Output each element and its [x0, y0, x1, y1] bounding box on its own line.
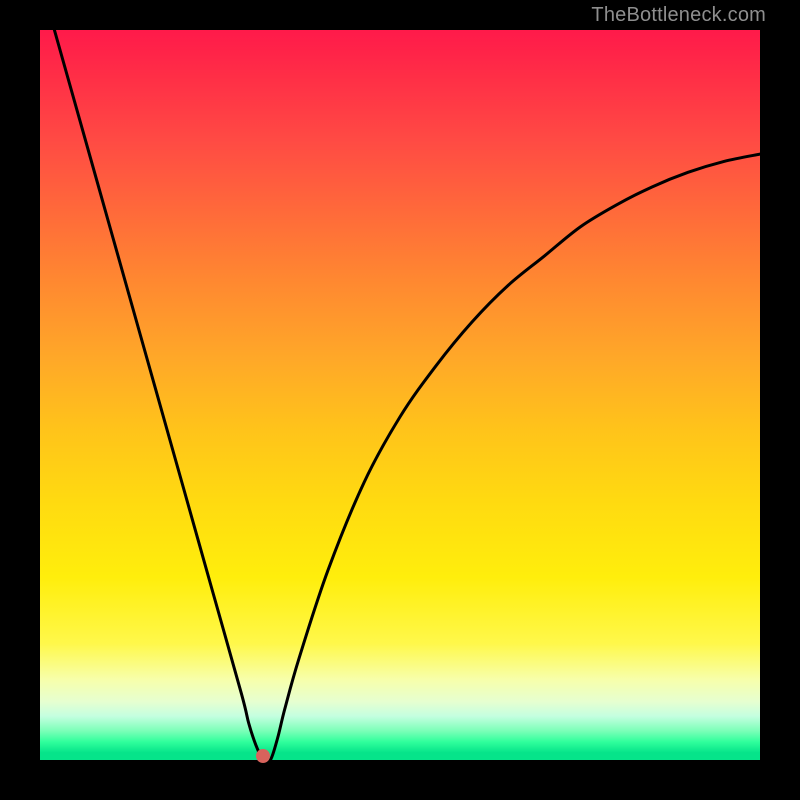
- plot-area: [40, 30, 760, 760]
- chart-stage: TheBottleneck.com: [0, 0, 800, 800]
- curve-svg: [40, 30, 760, 760]
- bottleneck-curve: [40, 30, 760, 760]
- watermark-text: TheBottleneck.com: [591, 4, 766, 27]
- minimum-marker-dot: [256, 749, 270, 763]
